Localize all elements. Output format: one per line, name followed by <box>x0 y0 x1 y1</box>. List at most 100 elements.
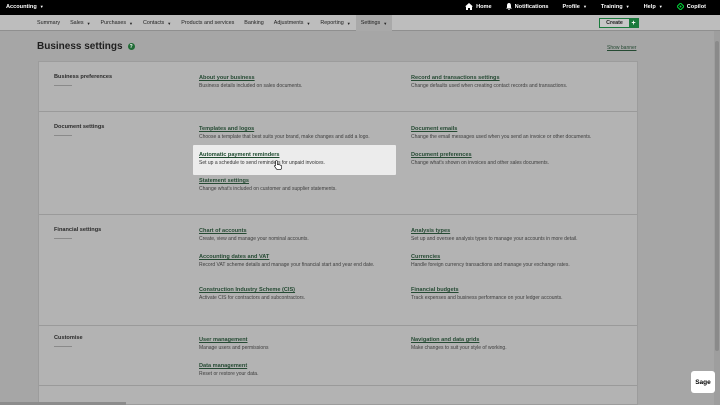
nav-item-adjustments[interactable]: Adjustments ▼ <box>269 15 316 31</box>
setting-link[interactable]: Navigation and data grids <box>411 337 641 343</box>
create-label: Create <box>606 20 623 26</box>
setting-analysis-types[interactable]: Analysis types Set up and oversee analys… <box>411 228 641 243</box>
chevron-down-icon: ▼ <box>582 4 587 9</box>
chevron-down-icon: ▼ <box>625 4 630 9</box>
setting-link[interactable]: Automatic payment reminders <box>199 152 389 158</box>
nav-label: Summary <box>37 20 61 26</box>
setting-description: Make changes to suit your style of worki… <box>411 345 507 351</box>
setting-record-and-transactions[interactable]: Record and transactions settings Change … <box>411 75 641 90</box>
copilot-button[interactable]: Copilot <box>676 3 706 10</box>
notifications-label: Notifications <box>514 3 549 10</box>
chevron-down-icon: ▼ <box>167 20 172 26</box>
training-menu[interactable]: Training ▼ <box>601 4 630 10</box>
setting-link[interactable]: Financial budgets <box>411 287 641 293</box>
chevron-down-icon: ▼ <box>129 20 133 26</box>
setting-link[interactable]: Document emails <box>411 126 641 132</box>
setting-link[interactable]: Accounting dates and VAT <box>199 254 384 260</box>
setting-description: Handle foreign currency transactions and… <box>411 262 570 268</box>
nav-item-products-and-services[interactable]: Products and services <box>176 15 239 31</box>
profile-menu[interactable]: Profile ▼ <box>563 4 587 10</box>
setting-description: Choose a template that best suits your b… <box>199 134 370 140</box>
setting-data-management[interactable]: Data management Reset or restore your da… <box>199 363 389 378</box>
setting-chart-of-accounts[interactable]: Chart of accounts Create, view and manag… <box>199 228 389 243</box>
top-bar: Accounting ▼ Home Notifications Profile ▼ … <box>0 0 720 15</box>
setting-description: Create, view and manage your nominal acc… <box>199 236 309 242</box>
setting-about-your-business[interactable]: About your business Business details inc… <box>199 75 389 90</box>
setting-link[interactable]: Analysis types <box>411 228 641 234</box>
help-label: Help <box>643 3 656 10</box>
setting-templates-and-logos[interactable]: Templates and logos Choose a template th… <box>199 126 404 141</box>
setting-description: Record VAT scheme details and manage you… <box>199 262 375 268</box>
nav-item-banking[interactable]: Banking <box>239 15 268 31</box>
setting-automatic-payment-reminders[interactable]: Automatic payment reminders Set up a sch… <box>199 152 389 167</box>
chevron-down-icon: ▼ <box>658 4 663 9</box>
nav-item-contacts[interactable]: Contacts ▼ <box>138 15 176 31</box>
section-title: Document settings <box>54 124 104 136</box>
setting-financial-budgets[interactable]: Financial budgets Track expenses and bus… <box>411 287 641 302</box>
vertical-scrollbar[interactable] <box>714 31 720 405</box>
setting-link[interactable]: Record and transactions settings <box>411 75 641 81</box>
scrollbar-thumb[interactable] <box>715 41 719 351</box>
setting-navigation-and-data-grids[interactable]: Navigation and data grids Make changes t… <box>411 337 641 352</box>
setting-document-emails[interactable]: Document emails Change the email message… <box>411 126 641 141</box>
nav-item-summary[interactable]: Summary <box>32 15 65 31</box>
nav-item-purchases[interactable]: Purchases ▼ <box>96 15 138 31</box>
setting-link[interactable]: Templates and logos <box>199 126 404 132</box>
setting-description: Change what's shown on invoices and othe… <box>411 160 549 166</box>
setting-document-preferences[interactable]: Document preferences Change what's shown… <box>411 152 641 167</box>
home-icon <box>465 3 474 10</box>
setting-construction-industry-scheme[interactable]: Construction Industry Scheme (CIS) Activ… <box>199 287 389 302</box>
main-nav: Summary Sales ▼ Purchases ▼ Contacts ▼ Prod… <box>0 15 720 31</box>
setting-description: Change defaults used when creating conta… <box>411 83 568 89</box>
training-label: Training <box>600 3 623 10</box>
setting-link[interactable]: About your business <box>199 75 389 81</box>
nav-label: Purchases <box>100 20 127 26</box>
page-title-text: Business settings <box>37 41 123 52</box>
help-menu[interactable]: Help ▼ <box>644 4 663 10</box>
show-banner-link[interactable]: Show banner <box>607 45 636 51</box>
nav-item-sales[interactable]: Sales ▼ <box>65 15 95 31</box>
setting-currencies[interactable]: Currencies Handle foreign currency trans… <box>411 254 641 269</box>
copilot-icon <box>676 3 684 10</box>
help-icon[interactable]: ? <box>127 43 135 50</box>
home-link[interactable]: Home <box>465 3 492 10</box>
home-label: Home <box>476 3 492 10</box>
sage-logo-text: Sage <box>695 378 711 386</box>
setting-accounting-dates-and-vat[interactable]: Accounting dates and VAT Record VAT sche… <box>199 254 384 269</box>
setting-description: Manage users and permissions <box>199 345 269 351</box>
setting-link[interactable]: User management <box>199 337 389 343</box>
section-title: Business preferences <box>54 74 112 86</box>
hand-cursor-icon <box>274 160 282 170</box>
profile-label: Profile <box>562 3 580 10</box>
setting-link[interactable]: Construction Industry Scheme (CIS) <box>199 287 389 293</box>
create-button[interactable]: Create + <box>599 18 639 28</box>
setting-description: Set up and oversee analysis types to man… <box>411 236 578 242</box>
nav-item-settings[interactable]: Settings ▼ <box>355 15 393 31</box>
nav-label: Products and services <box>181 20 235 26</box>
nav-item-reporting[interactable]: Reporting ▼ <box>315 15 355 31</box>
setting-link[interactable]: Chart of accounts <box>199 228 389 234</box>
setting-description: Business details included on sales docum… <box>199 83 303 89</box>
page-title: Business settings ? <box>37 41 135 52</box>
nav-label: Adjustments <box>273 20 304 26</box>
nav-label: Reporting <box>320 20 344 26</box>
app-name: Accounting <box>6 4 37 10</box>
setting-statement-settings[interactable]: Statement settings Change what's include… <box>199 178 389 193</box>
chevron-down-icon: ▼ <box>86 20 91 26</box>
setting-link[interactable]: Statement settings <box>199 178 389 184</box>
setting-description: Set up a schedule to send reminders for … <box>199 160 325 166</box>
app-switcher[interactable]: Accounting ▼ <box>6 4 44 10</box>
plus-icon: + <box>629 19 638 27</box>
setting-user-management[interactable]: User management Manage users and permiss… <box>199 337 389 352</box>
section-title: Customise <box>54 335 83 347</box>
chevron-down-icon: ▼ <box>306 20 311 26</box>
setting-description: Track expenses and business performance … <box>411 295 563 301</box>
notifications-link[interactable]: Notifications <box>505 3 549 10</box>
setting-link[interactable]: Data management <box>199 363 389 369</box>
bell-icon <box>505 3 512 10</box>
setting-link[interactable]: Document preferences <box>411 152 641 158</box>
nav-label: Contacts <box>142 20 165 26</box>
sage-widget-button[interactable]: Sage <box>691 371 715 393</box>
nav-label: Sales <box>70 20 84 26</box>
setting-link[interactable]: Currencies <box>411 254 641 260</box>
